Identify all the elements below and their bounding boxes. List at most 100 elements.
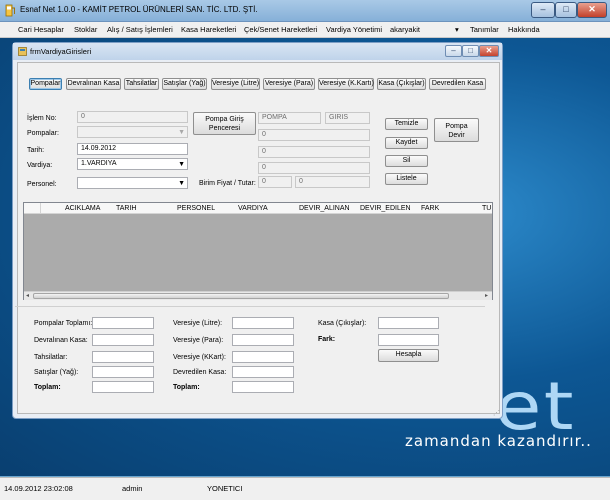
vardiya-grid[interactable]: ACIKLAMA TARIH PERSONEL VARDIYA DEVIR_AL… [23,202,493,300]
birim-fiyat-label: Birim Fiyat / Tutar: [199,180,256,187]
value-field-3[interactable]: 0 [258,162,370,174]
temizle-button[interactable]: Temizle [385,118,428,130]
menu-tanimlar[interactable]: Tanımlar [470,25,499,34]
tab-pompalar[interactable]: Pompalar [29,78,62,90]
status-user: admin [122,484,143,493]
pompalar-select[interactable]: ▼ [77,126,188,138]
minimize-icon: – [451,46,456,55]
value-field-1[interactable]: 0 [258,129,370,141]
giris-field[interactable]: GIRIS [325,112,370,124]
tab-devralinan-kasa[interactable]: Devralınan Kasa [66,78,121,90]
menu-akaryakit[interactable]: akaryakit [390,25,420,34]
tab-devredilen-kasa[interactable]: Devredilen Kasa [429,78,486,90]
scrollbar-thumb[interactable] [33,293,449,299]
grid-col-aciklama[interactable]: ACIKLAMA [65,205,100,212]
personel-select[interactable]: ▼ [77,177,188,189]
pompa-field[interactable]: POMPA [258,112,321,124]
satislar-yag-field[interactable] [92,366,154,378]
minimize-button[interactable]: – [531,2,555,18]
listele-button[interactable]: Listele [385,173,428,185]
tab-veresiye-litre[interactable]: Veresiye (Litre) [211,78,260,90]
pompalar-toplami-field[interactable] [92,317,154,329]
form-icon [18,47,27,56]
child-close-button[interactable]: ✕ [479,45,499,57]
close-button[interactable]: ✕ [577,2,607,18]
scroll-left-icon[interactable]: ◂ [26,292,29,299]
grid-col-fark[interactable]: FARK [421,205,439,212]
veresiye-kkart-label: Veresiye (KKart): [173,354,226,361]
vardiya-select[interactable]: 1.VARDIYA ▼ [77,158,188,170]
tahsilatlar-field[interactable] [92,351,154,363]
toplam-left-field[interactable] [92,381,154,393]
menu-alis-satis[interactable]: Alış / Satış İşlemleri [107,25,173,34]
tahsilatlar-label: Tahsilatlar: [34,354,68,361]
pompa-giris-line2: Penceresi [208,125,241,132]
child-maximize-button[interactable]: □ [462,45,479,57]
kaydet-button[interactable]: Kaydet [385,137,428,149]
tab-kasa-cikislar[interactable]: Kasa (Çıkışlar) [377,78,426,90]
fark-field[interactable] [378,334,439,346]
menu-hakkinda[interactable]: Hakkında [508,25,540,34]
app-title: Esnaf Net 1.0.0 - KAMİT PETROL ÜRÜNLERİ … [20,5,258,14]
tab-satislar-yag[interactable]: Satışlar (Yağ) [162,78,207,90]
menu-bar: Cari Hesaplar Stoklar Alış / Satış İşlem… [0,22,610,38]
menu-vardiya-yonetimi[interactable]: Vardiya Yönetimi [326,25,382,34]
devralinan-kasa-label: Devralınan Kasa: [34,337,88,344]
minimize-icon: – [540,4,546,14]
scroll-right-icon[interactable]: ▸ [485,292,488,299]
islem-no-field[interactable]: 0 [77,111,188,123]
chevron-down-icon: ▼ [178,129,185,136]
islem-no-label: İşlem No: [27,115,57,122]
pompa-giris-button[interactable]: Pompa Giriş Penceresi [193,112,256,135]
grid-col-devir-alinan[interactable]: DEVIR_ALINAN [299,205,350,212]
grid-row-header [24,203,41,214]
sil-button[interactable]: Sil [385,155,428,167]
tarih-label: Tarih: [27,147,45,154]
chevron-down-icon: ▼ [178,180,185,187]
personel-label: Personel: [27,181,57,188]
pompalar-label: Pompalar: [27,130,59,137]
menu-overflow-icon[interactable]: ▾ [455,25,459,34]
menu-cek-senet[interactable]: Çek/Senet Hareketleri [244,25,317,34]
tutar-field[interactable]: 0 [295,176,370,188]
section-divider [15,306,485,307]
devredilen-kasa-field[interactable] [232,366,294,378]
pompa-devir-button[interactable]: Pompa Devir [434,118,479,142]
veresiye-litre-field[interactable] [232,317,294,329]
veresiye-litre-label: Veresiye (Litre): [173,320,223,327]
child-minimize-button[interactable]: – [445,45,462,57]
menu-stoklar[interactable]: Stoklar [74,25,97,34]
pompalar-toplami-label: Pompalar Toplamı: [34,320,93,327]
grid-col-tarih[interactable]: TARIH [116,205,136,212]
grid-col-personel[interactable]: PERSONEL [177,205,215,212]
tab-veresiye-kkarti[interactable]: Veresiye (K.Kartı) [318,78,374,90]
birim-fiyat-field[interactable]: 0 [258,176,292,188]
grid-horizontal-scrollbar[interactable]: ◂ ▸ [24,291,492,300]
devralinan-kasa-field[interactable] [92,334,154,346]
menu-cari-hesaplar[interactable]: Cari Hesaplar [18,25,64,34]
tarih-field[interactable]: 14.09.2012 [77,143,188,155]
grid-col-vardiya[interactable]: VARDIYA [238,205,268,212]
status-bar: 14.09.2012 23:02:08 admin YONETICI [0,477,610,500]
toplam-left-label: Toplam: [34,384,61,391]
hesapla-button[interactable]: Hesapla [378,349,439,362]
fuel-pump-icon [5,4,15,17]
grid-col-tutar[interactable]: TU [482,205,491,212]
veresiye-kkart-field[interactable] [232,351,294,363]
close-icon: ✕ [588,4,596,14]
pompa-giris-line1: Pompa Giriş [205,116,244,123]
maximize-button[interactable]: □ [555,2,577,18]
maximize-icon: □ [468,46,473,55]
vardiya-value: 1.VARDIYA [81,160,117,167]
kasa-cikislar-field[interactable] [378,317,439,329]
value-field-2[interactable]: 0 [258,146,370,158]
grid-col-devir-edilen[interactable]: DEVIR_EDILEN [360,205,411,212]
toplam-mid-field[interactable] [232,381,294,393]
status-role: YONETICI [207,484,243,493]
brand-slogan: zamandan kazandırır.. [405,432,592,450]
menu-kasa-hareketleri[interactable]: Kasa Hareketleri [181,25,236,34]
veresiye-para-field[interactable] [232,334,294,346]
tab-veresiye-para[interactable]: Veresiye (Para) [263,78,315,90]
tab-tahsilatlar[interactable]: Tahsilatlar [124,78,159,90]
resize-grip-icon[interactable]: ⋰ [493,409,500,417]
